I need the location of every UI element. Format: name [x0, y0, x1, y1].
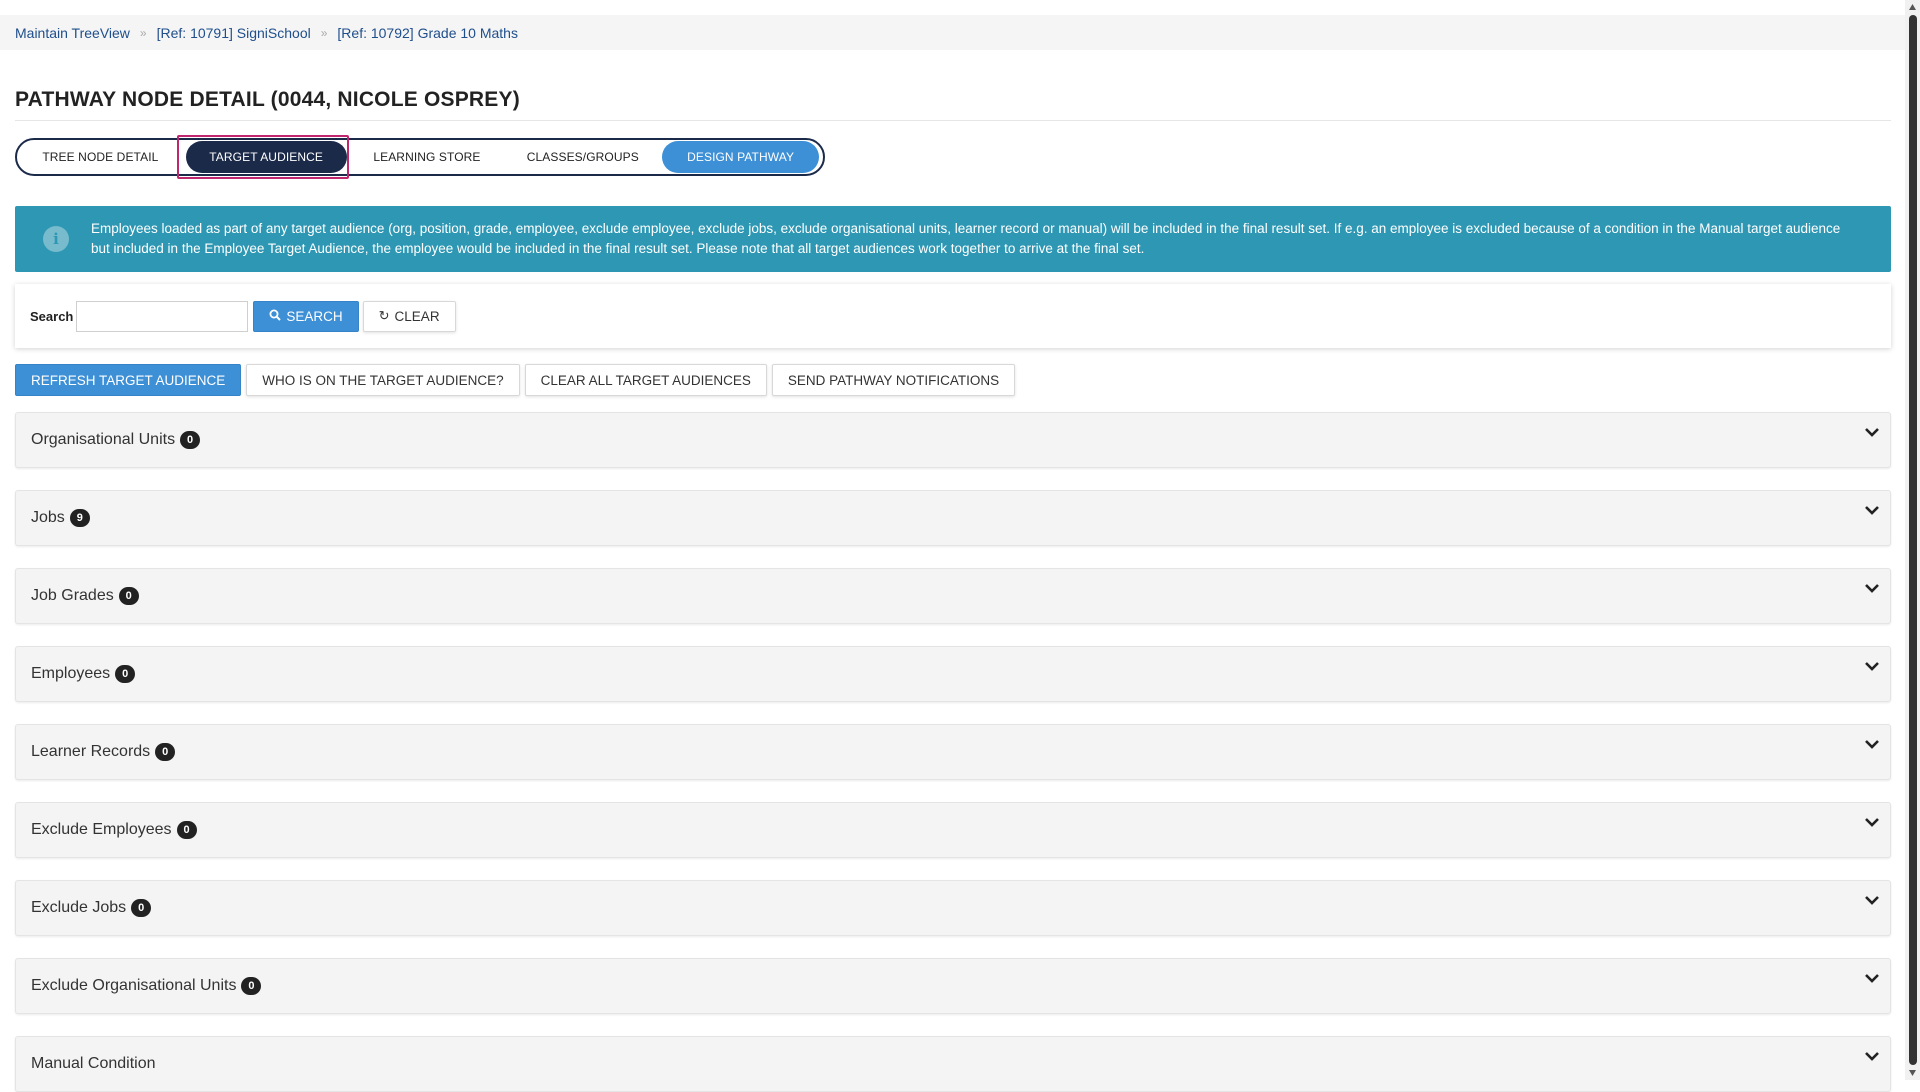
accordion-title: Jobs	[31, 509, 65, 526]
breadcrumb-item-school[interactable]: [Ref: 10791] SigniSchool	[157, 25, 311, 41]
accordion-section[interactable]: Exclude Employees 0	[15, 802, 1891, 858]
search-icon	[269, 309, 282, 324]
tab-bar: TREE NODE DETAIL TARGET AUDIENCE LEARNIN…	[15, 138, 825, 176]
accordion-section[interactable]: Jobs 9	[15, 490, 1891, 546]
accordion-title: Exclude Employees	[31, 821, 172, 838]
search-input[interactable]	[76, 300, 249, 332]
accordion-title: Job Grades	[31, 587, 114, 604]
vertical-scrollbar[interactable]	[1905, 0, 1920, 1080]
accordion-section[interactable]: Learner Records 0	[15, 724, 1891, 780]
tab-classes-groups[interactable]: CLASSES/GROUPS	[507, 141, 658, 173]
accordion-title: Exclude Organisational Units	[31, 977, 237, 994]
search-label: Search	[30, 308, 74, 324]
chevron-down-icon[interactable]	[1864, 502, 1880, 518]
chevron-down-icon[interactable]	[1864, 736, 1880, 752]
count-badge: 0	[180, 431, 201, 449]
accordion-section[interactable]: Exclude Jobs 0	[15, 880, 1891, 936]
clear-button-label: CLEAR	[394, 308, 440, 324]
breadcrumb-separator: »	[139, 25, 147, 40]
info-icon: i	[43, 226, 69, 252]
count-badge: 0	[241, 977, 262, 995]
accordion-title: Employees	[31, 665, 111, 682]
breadcrumb-separator: »	[320, 25, 328, 40]
accordion-title: Manual Condition	[31, 1055, 156, 1072]
search-panel: Search SEARCH ↻ CLEAR	[15, 284, 1891, 348]
tab-target-audience[interactable]: TARGET AUDIENCE	[185, 141, 347, 173]
accordion-section[interactable]: Exclude Organisational Units 0	[15, 958, 1891, 1014]
breadcrumb-item-class[interactable]: [Ref: 10792] Grade 10 Maths	[337, 25, 518, 41]
count-badge: 0	[176, 821, 197, 839]
refresh-icon: ↻	[378, 308, 390, 323]
action-toolbar: REFRESH TARGET AUDIENCE WHO IS ON THE TA…	[15, 364, 1016, 396]
tab-learning-store[interactable]: LEARNING STORE	[353, 141, 502, 173]
count-badge: 0	[118, 587, 139, 605]
chevron-down-icon[interactable]	[1864, 658, 1880, 674]
breadcrumb: Maintain TreeView » [Ref: 10791] SigniSc…	[0, 15, 1905, 50]
scrollbar-thumb[interactable]	[1909, 15, 1917, 1065]
chevron-down-icon[interactable]	[1864, 814, 1880, 830]
chevron-down-icon[interactable]	[1864, 970, 1880, 986]
clear-button[interactable]: ↻ CLEAR	[362, 300, 456, 332]
count-badge: 0	[131, 899, 152, 917]
chevron-down-icon[interactable]	[1864, 424, 1880, 440]
accordion-section[interactable]: Manual Condition	[15, 1036, 1891, 1092]
info-alert: i Employees loaded as part of any target…	[15, 206, 1891, 272]
who-is-on-target-audience-button[interactable]: WHO IS ON THE TARGET AUDIENCE?	[246, 364, 520, 396]
count-badge: 0	[155, 743, 176, 761]
info-alert-text: Employees loaded as part of any target a…	[91, 221, 1841, 256]
page-title: PATHWAY NODE DETAIL (0044, NICOLE OSPREY…	[15, 88, 1891, 121]
count-badge: 0	[115, 665, 136, 683]
search-button-label: SEARCH	[286, 308, 343, 324]
scroll-up-icon[interactable]	[1908, 3, 1917, 12]
accordion-title: Exclude Jobs	[31, 899, 127, 916]
chevron-down-icon[interactable]	[1864, 892, 1880, 908]
tab-design-pathway[interactable]: DESIGN PATHWAY	[662, 141, 819, 173]
scroll-down-icon[interactable]	[1908, 1068, 1917, 1077]
chevron-down-icon[interactable]	[1864, 580, 1880, 596]
count-badge: 9	[69, 509, 90, 527]
accordion-title: Organisational Units	[31, 431, 176, 448]
accordion-title: Learner Records	[31, 743, 151, 760]
accordion-section[interactable]: Job Grades 0	[15, 568, 1891, 624]
chevron-down-icon[interactable]	[1864, 1048, 1880, 1064]
tab-tree-node-detail[interactable]: TREE NODE DETAIL	[21, 141, 180, 173]
search-button[interactable]: SEARCH	[253, 300, 359, 332]
accordion-section[interactable]: Organisational Units 0	[15, 412, 1891, 468]
top-strip	[0, 0, 1905, 15]
clear-all-target-audiences-button[interactable]: CLEAR ALL TARGET AUDIENCES	[524, 364, 767, 396]
breadcrumb-item-treeview[interactable]: Maintain TreeView	[15, 25, 130, 41]
send-pathway-notifications-button[interactable]: SEND PATHWAY NOTIFICATIONS	[771, 364, 1016, 396]
refresh-target-audience-button[interactable]: REFRESH TARGET AUDIENCE	[15, 364, 242, 396]
accordion-section[interactable]: Employees 0	[15, 646, 1891, 702]
